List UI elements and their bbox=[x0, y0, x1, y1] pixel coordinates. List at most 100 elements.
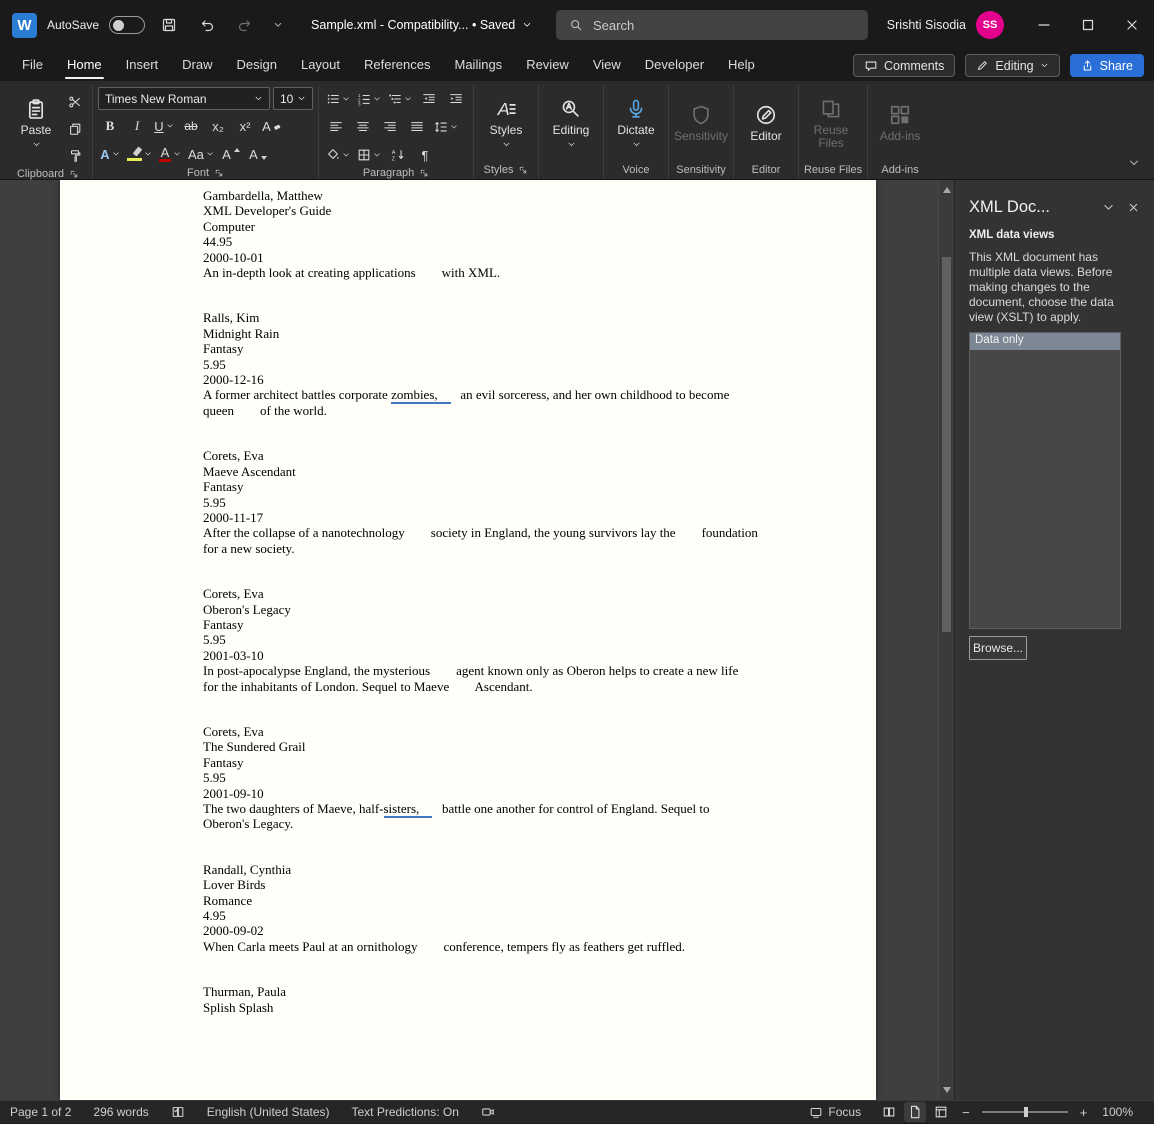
subscript-button[interactable]: x₂ bbox=[206, 114, 230, 138]
browse-button[interactable]: Browse... bbox=[969, 636, 1027, 660]
zoom-slider-thumb[interactable] bbox=[1023, 1107, 1028, 1117]
underline-button[interactable]: U bbox=[152, 114, 176, 138]
dialog-launcher-icon[interactable] bbox=[69, 169, 79, 179]
print-layout-button[interactable] bbox=[904, 1102, 927, 1122]
clear-formatting-button[interactable]: A bbox=[260, 114, 284, 138]
vertical-scrollbar[interactable] bbox=[938, 180, 954, 1100]
dialog-launcher-icon[interactable] bbox=[518, 165, 528, 175]
document-title[interactable]: Sample.xml - Compatibility... • Saved bbox=[311, 18, 532, 32]
numbering-button[interactable]: 123 bbox=[355, 87, 383, 111]
word-count[interactable]: 296 words bbox=[82, 1101, 159, 1124]
addins-button[interactable]: Add-ins bbox=[873, 87, 927, 159]
tab-layout[interactable]: Layout bbox=[289, 51, 352, 80]
quick-access-toolbar-chevron[interactable] bbox=[269, 11, 287, 39]
tab-design[interactable]: Design bbox=[225, 51, 289, 80]
page-indicator[interactable]: Page 1 of 2 bbox=[10, 1101, 82, 1124]
focus-mode-button[interactable]: Focus bbox=[809, 1101, 872, 1124]
share-button[interactable]: Share bbox=[1069, 54, 1144, 77]
read-mode-button[interactable] bbox=[878, 1102, 900, 1122]
dialog-launcher-icon[interactable] bbox=[214, 168, 224, 178]
recording-indicator[interactable] bbox=[470, 1101, 506, 1124]
tab-help[interactable]: Help bbox=[716, 51, 767, 80]
bullets-button[interactable] bbox=[324, 87, 352, 111]
text-highlight-button[interactable] bbox=[125, 142, 154, 166]
tab-developer[interactable]: Developer bbox=[633, 51, 716, 80]
tab-review[interactable]: Review bbox=[514, 51, 581, 80]
tab-home[interactable]: Home bbox=[55, 51, 114, 80]
format-painter-button[interactable] bbox=[63, 144, 87, 168]
word-logo[interactable]: W bbox=[12, 12, 37, 38]
tab-file[interactable]: File bbox=[10, 51, 55, 80]
sort-button[interactable]: AZ bbox=[386, 143, 410, 167]
document-page[interactable]: Gambardella, Matthew XML Developer's Guid… bbox=[60, 180, 876, 1100]
editing-mode-button[interactable]: Editing bbox=[965, 54, 1060, 77]
comments-button[interactable]: Comments bbox=[852, 54, 956, 77]
superscript-button[interactable]: x² bbox=[233, 114, 257, 138]
styles-button[interactable]: A Styles bbox=[479, 87, 533, 159]
tab-view[interactable]: View bbox=[581, 51, 633, 80]
undo-button[interactable] bbox=[193, 11, 221, 39]
multilevel-list-button[interactable] bbox=[386, 87, 414, 111]
editing-button[interactable]: Editing bbox=[544, 87, 598, 159]
font-name-combo[interactable]: Times New Roman bbox=[98, 87, 270, 110]
shading-button[interactable] bbox=[324, 143, 352, 167]
save-button[interactable] bbox=[155, 11, 183, 39]
taskpane-close-icon[interactable] bbox=[1127, 201, 1140, 214]
zoom-out-button[interactable]: − bbox=[958, 1105, 974, 1120]
web-layout-button[interactable] bbox=[930, 1102, 952, 1122]
decrease-indent-button[interactable] bbox=[417, 87, 441, 111]
dictate-button[interactable]: Dictate bbox=[609, 87, 663, 159]
zoom-slider[interactable] bbox=[981, 1107, 1068, 1117]
tab-insert[interactable]: Insert bbox=[114, 51, 171, 80]
data-view-option-selected[interactable]: Data only bbox=[970, 333, 1120, 350]
align-left-button[interactable] bbox=[324, 115, 348, 139]
tab-draw[interactable]: Draw bbox=[170, 51, 224, 80]
scroll-up-arrow[interactable] bbox=[939, 182, 954, 198]
copy-button[interactable] bbox=[63, 117, 87, 141]
minimize-button[interactable] bbox=[1022, 0, 1066, 50]
taskpane-chevron-icon[interactable] bbox=[1102, 201, 1115, 214]
zoom-level[interactable]: 100% bbox=[1091, 1101, 1144, 1124]
collapse-ribbon-button[interactable] bbox=[1128, 156, 1140, 174]
bold-button[interactable]: B bbox=[98, 114, 122, 138]
align-right-button[interactable] bbox=[378, 115, 402, 139]
font-size-combo[interactable]: 10 bbox=[273, 87, 313, 110]
zoom-in-button[interactable]: + bbox=[1076, 1105, 1092, 1120]
shrink-font-button[interactable]: A bbox=[246, 142, 270, 166]
search-input[interactable]: Search bbox=[556, 10, 868, 40]
paste-button[interactable]: Paste bbox=[9, 87, 63, 159]
align-center-button[interactable] bbox=[351, 115, 375, 139]
scrollbar-thumb[interactable] bbox=[942, 257, 951, 632]
tab-references[interactable]: References bbox=[352, 51, 442, 80]
document-content[interactable]: Gambardella, Matthew XML Developer's Guid… bbox=[60, 180, 876, 1015]
text-effects-button[interactable]: A bbox=[98, 142, 122, 166]
borders-button[interactable] bbox=[355, 143, 383, 167]
tab-mailings[interactable]: Mailings bbox=[443, 51, 515, 80]
avatar[interactable]: SS bbox=[976, 11, 1004, 39]
editor-button[interactable]: Editor bbox=[739, 87, 793, 159]
autosave-toggle[interactable] bbox=[109, 16, 146, 34]
grow-font-button[interactable]: A bbox=[219, 142, 243, 166]
justify-button[interactable] bbox=[405, 115, 429, 139]
text-predictions[interactable]: Text Predictions: On bbox=[341, 1101, 470, 1124]
increase-indent-button[interactable] bbox=[444, 87, 468, 111]
maximize-button[interactable] bbox=[1066, 0, 1110, 50]
show-hide-marks-button[interactable]: ¶ bbox=[413, 143, 437, 167]
change-case-button[interactable]: Aa bbox=[186, 142, 216, 166]
proofing-status[interactable] bbox=[160, 1101, 196, 1124]
sensitivity-button[interactable]: Sensitivity bbox=[674, 87, 728, 159]
strikethrough-button[interactable]: ab bbox=[179, 114, 203, 138]
close-button[interactable] bbox=[1110, 0, 1154, 50]
cut-button[interactable] bbox=[63, 90, 87, 114]
redo-button[interactable] bbox=[231, 11, 259, 39]
user-name[interactable]: Srishti Sisodia bbox=[887, 18, 966, 32]
data-views-listbox[interactable]: Data only bbox=[969, 332, 1121, 629]
italic-button[interactable]: I bbox=[125, 114, 149, 138]
dialog-launcher-icon[interactable] bbox=[419, 168, 429, 178]
scroll-down-arrow[interactable] bbox=[939, 1082, 954, 1098]
ribbon-group-editing: Editing bbox=[538, 85, 603, 179]
language-indicator[interactable]: English (United States) bbox=[196, 1101, 341, 1124]
reuse-files-button[interactable]: Reuse Files bbox=[804, 87, 858, 159]
font-color-button[interactable]: A bbox=[157, 142, 183, 166]
line-spacing-button[interactable] bbox=[432, 115, 460, 139]
